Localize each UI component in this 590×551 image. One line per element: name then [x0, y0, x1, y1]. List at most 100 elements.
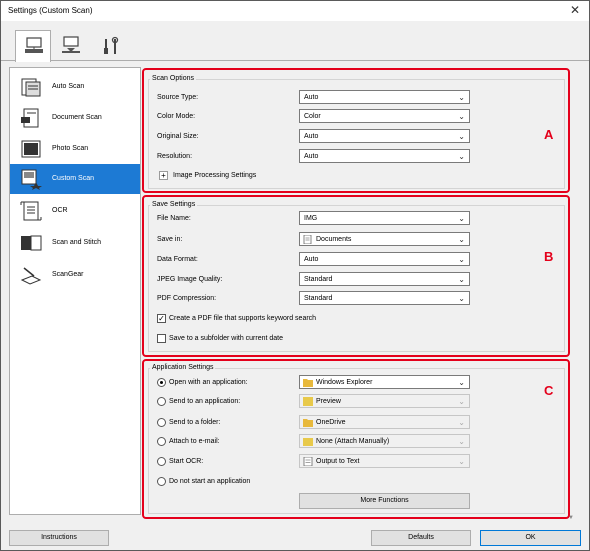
defaults-button[interactable]: Defaults: [371, 530, 471, 546]
tab-general-settings[interactable]: [93, 30, 129, 62]
sidebar-item-label: Photo Scan: [52, 145, 89, 152]
marker-b: B: [544, 249, 554, 264]
chevron-down-icon: ⌄: [458, 275, 465, 284]
save-in-select[interactable]: Documents ⌄: [299, 232, 470, 246]
no-app-radio[interactable]: [157, 477, 166, 486]
color-mode-select[interactable]: Color ⌄: [299, 109, 470, 123]
source-type-label: Source Type:: [157, 94, 199, 101]
sidebar-item-label: Auto Scan: [52, 83, 85, 90]
sidebar-item-scangear[interactable]: ScanGear: [10, 260, 140, 290]
attach-email-select[interactable]: None (Attach Manually) ⌄: [299, 434, 470, 448]
send-app-radio[interactable]: [157, 397, 166, 406]
marker-c: C: [544, 383, 554, 398]
chevron-down-icon: ⌄: [458, 437, 465, 446]
chevron-down-icon: ⌄: [458, 397, 465, 406]
sidebar-item-ocr[interactable]: OCR: [10, 196, 140, 226]
title-bar: Settings (Custom Scan) ✕: [1, 1, 589, 21]
instructions-button[interactable]: Instructions: [9, 530, 109, 546]
sidebar-item-auto-scan[interactable]: Auto Scan: [10, 72, 140, 102]
custom-scan-icon: [21, 169, 42, 190]
pdf-compression-select[interactable]: Standard ⌄: [299, 291, 470, 305]
onedrive-folder-icon: [303, 419, 313, 427]
marker-a: A: [544, 127, 554, 142]
folder-icon: [303, 379, 313, 387]
file-name-input[interactable]: IMG ⌄: [299, 211, 470, 225]
subfolder-checkbox[interactable]: [157, 334, 166, 343]
attach-email-label: Attach to e-mail:: [169, 438, 220, 445]
more-functions-button[interactable]: More Functions: [299, 493, 470, 509]
scan-from-computer-icon: [25, 37, 43, 53]
tab-scan-from-computer[interactable]: [15, 30, 51, 62]
open-app-label: Open with an application:: [169, 379, 248, 386]
source-type-select[interactable]: Auto ⌄: [299, 90, 470, 104]
scan-type-list: Auto Scan Document Scan Photo Scan Custo…: [9, 67, 141, 515]
close-icon[interactable]: ✕: [567, 3, 583, 17]
sidebar-item-label: Scan and Stitch: [52, 239, 102, 246]
email-icon: [303, 438, 313, 446]
preview-app-icon: [303, 397, 313, 406]
sidebar-item-custom-scan[interactable]: Custom Scan: [10, 164, 140, 194]
chevron-down-icon: ⌄: [458, 93, 465, 102]
start-ocr-radio[interactable]: [157, 457, 166, 466]
save-in-label: Save in:: [157, 236, 183, 243]
keyword-pdf-label: Create a PDF file that supports keyword …: [169, 315, 317, 322]
send-folder-label: Send to a folder:: [169, 419, 221, 426]
resolution-select[interactable]: Auto ⌄: [299, 149, 470, 163]
general-settings-icon: [104, 36, 119, 54]
original-size-select[interactable]: Auto ⌄: [299, 129, 470, 143]
send-app-label: Send to an application:: [169, 398, 241, 405]
document-scan-icon: [21, 108, 39, 128]
chevron-down-icon: ⌄: [458, 378, 465, 387]
jpeg-quality-select[interactable]: Standard ⌄: [299, 272, 470, 286]
send-folder-select[interactable]: OneDrive ⌄: [299, 415, 470, 429]
chevron-down-icon: ⌄: [458, 294, 465, 303]
chevron-down-icon: ⌄: [458, 132, 465, 141]
sidebar-item-document-scan[interactable]: Document Scan: [10, 103, 140, 133]
chevron-down-icon: ⌄: [458, 255, 465, 264]
chevron-down-icon: ⌄: [458, 235, 465, 244]
sidebar-item-label: Document Scan: [52, 114, 102, 121]
auto-scan-icon: [21, 78, 41, 97]
tab-scan-from-panel[interactable]: [53, 30, 89, 62]
sidebar-item-photo-scan[interactable]: Photo Scan: [10, 134, 140, 164]
text-output-icon: [303, 457, 313, 466]
data-format-select[interactable]: Auto ⌄: [299, 252, 470, 266]
ok-button[interactable]: OK: [480, 530, 581, 546]
original-size-label: Original Size:: [157, 133, 199, 140]
sidebar-item-label: OCR: [52, 207, 68, 214]
jpeg-quality-label: JPEG Image Quality:: [157, 276, 223, 283]
start-ocr-label: Start OCR:: [169, 458, 204, 465]
photo-scan-icon: [21, 140, 41, 158]
keyword-pdf-checkbox[interactable]: ✓: [157, 314, 166, 323]
chevron-down-icon: ⌄: [458, 152, 465, 161]
pdf-compression-label: PDF Compression:: [157, 295, 217, 302]
sidebar-item-label: Custom Scan: [52, 175, 95, 182]
resolution-label: Resolution:: [157, 153, 193, 160]
image-processing-expander[interactable]: +: [159, 171, 168, 180]
chevron-down-icon: ⌄: [458, 214, 465, 223]
chevron-down-icon: ⌄: [458, 457, 465, 466]
scan-from-panel-icon: [62, 36, 80, 53]
image-processing-label: Image Processing Settings: [173, 172, 257, 179]
open-app-select[interactable]: Windows Explorer ⌄: [299, 375, 470, 389]
open-app-radio[interactable]: [157, 378, 166, 387]
window-title: Settings (Custom Scan): [8, 6, 93, 15]
send-folder-radio[interactable]: [157, 418, 166, 427]
file-name-label: File Name:: [157, 215, 191, 222]
chevron-down-icon: ⌄: [458, 418, 465, 427]
subfolder-label: Save to a subfolder with current date: [169, 335, 284, 342]
application-settings-title: Application Settings: [150, 364, 216, 371]
documents-folder-icon: [303, 235, 312, 244]
scan-options-title: Scan Options: [150, 75, 197, 82]
tab-bar: [1, 21, 589, 62]
scan-and-stitch-icon: [21, 235, 42, 251]
sidebar-item-label: ScanGear: [52, 271, 84, 278]
send-app-select[interactable]: Preview ⌄: [299, 394, 470, 408]
no-app-label: Do not start an application: [169, 478, 251, 485]
ocr-icon: [20, 201, 42, 221]
data-format-label: Data Format:: [157, 256, 198, 263]
start-ocr-select[interactable]: Output to Text ⌄: [299, 454, 470, 468]
sidebar-item-scan-and-stitch[interactable]: Scan and Stitch: [10, 228, 140, 258]
chevron-down-icon: ⌄: [458, 112, 465, 121]
attach-email-radio[interactable]: [157, 437, 166, 446]
